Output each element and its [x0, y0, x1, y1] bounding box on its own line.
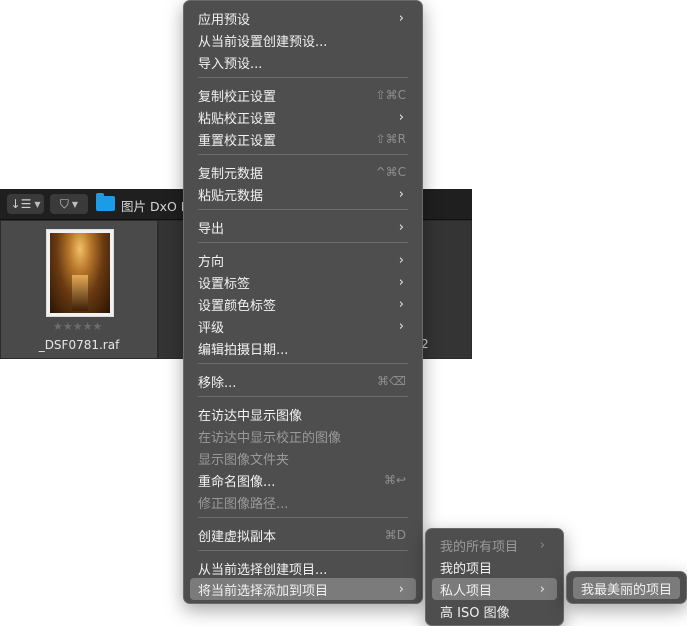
keyboard-shortcut: ⇧⌘C: [375, 88, 406, 102]
menu-item-label: 将当前选择添加到项目: [198, 583, 329, 599]
menu-item-label: 复制校正设置: [198, 89, 277, 105]
context-menu-item-6[interactable]: 重置校正设置 ⇧⌘R: [190, 128, 416, 150]
thumbnail-filename: _DSF0781.raf: [38, 338, 120, 352]
context-menu-item-1[interactable]: 应用预设 ›: [190, 7, 416, 29]
projects-menu-item-1: 我的所有项目 ›: [432, 534, 557, 556]
context-menu-item-2[interactable]: 从当前设置创建预设...: [190, 29, 416, 51]
chevron-down-icon: ▼: [34, 199, 41, 209]
context-menu-item-22[interactable]: 从当前选择创建项目...: [190, 557, 416, 579]
projects-menu-item-4[interactable]: 高 ISO 图像: [432, 600, 557, 622]
menu-item-label: 在访达中显示校正的图像: [198, 430, 342, 446]
folder-breadcrumb[interactable]: 图片 DxO F: [121, 196, 188, 215]
photo-preview: [50, 233, 110, 313]
menu-item-label: 高 ISO 图像: [440, 605, 510, 621]
context-menu: 应用预设 › 从当前设置创建预设... 导入预设... 复制校正设置 ⇧⌘C 粘贴校正设置 ›…: [183, 0, 423, 604]
menu-item-label: 设置标签: [198, 276, 251, 292]
chevron-down-icon: ▼: [71, 199, 79, 209]
context-menu-item-14[interactable]: 编辑拍摄日期...: [190, 337, 416, 359]
context-menu-item-20: 修正图像路径...: [190, 491, 416, 513]
context-menu-item-15[interactable]: 移除... ⌘⌫: [190, 370, 416, 392]
keyboard-shortcut: ^⌘C: [375, 165, 406, 179]
context-menu-item-11[interactable]: 设置标签 ›: [190, 271, 416, 293]
menu-separator: [198, 363, 408, 364]
context-menu-item-23[interactable]: 将当前选择添加到项目 ›: [190, 578, 416, 600]
keyboard-shortcut: ⇧⌘R: [375, 132, 406, 146]
context-menu-item-21[interactable]: 创建虚拟副本 ⌘D: [190, 524, 416, 546]
menu-separator: [198, 396, 408, 397]
menu-item-label: 创建虚拟副本: [198, 529, 277, 545]
screen: ↓☰ ▼ ⛉ ▼ 图片 DxO F ★★★★★ _DSF0781.raf 2 应…: [0, 0, 687, 626]
chevron-right-icon: ›: [398, 219, 404, 235]
menu-separator: [198, 550, 408, 551]
chevron-right-icon: ›: [398, 318, 404, 334]
projects-menu-item-3[interactable]: 私人项目 ›: [432, 578, 557, 600]
folder-icon: [96, 193, 115, 211]
menu-separator: [198, 154, 408, 155]
menu-item-label: 粘贴校正设置: [198, 111, 277, 127]
sort-button[interactable]: ↓☰ ▼: [7, 194, 44, 214]
chevron-right-icon: ›: [398, 109, 404, 125]
menu-item-label: 显示图像文件夹: [198, 452, 290, 468]
menu-item-label: 从当前选择创建项目...: [198, 562, 328, 578]
context-menu-item-7[interactable]: 复制元数据 ^⌘C: [190, 161, 416, 183]
context-menu-item-4[interactable]: 复制校正设置 ⇧⌘C: [190, 84, 416, 106]
context-menu-item-16[interactable]: 在访达中显示图像: [190, 403, 416, 425]
context-menu-item-10[interactable]: 方向 ›: [190, 249, 416, 271]
menu-item-label: 修正图像路径...: [198, 496, 289, 512]
menu-item-label: 重置校正设置: [198, 133, 277, 149]
menu-separator: [198, 517, 408, 518]
filter-button[interactable]: ⛉ ▼: [50, 194, 88, 214]
projects-submenu: 我的所有项目 › 我的项目私人项目 › 高 ISO 图像: [425, 528, 564, 626]
context-menu-item-17: 在访达中显示校正的图像: [190, 425, 416, 447]
chevron-right-icon: ›: [398, 10, 404, 26]
menu-item-label: 重命名图像...: [198, 474, 276, 490]
chevron-right-icon: ›: [398, 274, 404, 290]
projects-menu-item-2[interactable]: 我的项目: [432, 556, 557, 578]
thumbnail-cell-selected[interactable]: ★★★★★ _DSF0781.raf: [1, 221, 157, 358]
menu-item-label: 从当前设置创建预设...: [198, 34, 328, 50]
menu-item-label: 复制元数据: [198, 166, 264, 182]
context-menu-item-19[interactable]: 重命名图像... ⌘↩: [190, 469, 416, 491]
menu-item-label: 导入预设...: [198, 56, 263, 72]
menu-separator: [198, 209, 408, 210]
thumbnail-image[interactable]: [46, 229, 114, 317]
menu-item-label: 私人项目: [440, 583, 493, 599]
chevron-right-icon: ›: [398, 581, 404, 597]
context-menu-item-3[interactable]: 导入预设...: [190, 51, 416, 73]
filter-icon: ⛉: [59, 196, 69, 211]
context-menu-item-12[interactable]: 设置颜色标签 ›: [190, 293, 416, 315]
sort-icon: ↓☰: [10, 197, 32, 211]
menu-item-label: 方向: [198, 254, 225, 270]
menu-item-label: 导出: [198, 221, 225, 237]
menu-item-label: 粘贴元数据: [198, 188, 264, 204]
context-menu-item-8[interactable]: 粘贴元数据 ›: [190, 183, 416, 205]
context-menu-item-13[interactable]: 评级 ›: [190, 315, 416, 337]
menu-item-label: 评级: [198, 320, 225, 336]
keyboard-shortcut: ⌘⌫: [377, 374, 406, 388]
menu-item-label: 编辑拍摄日期...: [198, 342, 289, 358]
context-menu-item-9[interactable]: 导出 ›: [190, 216, 416, 238]
chevron-right-icon: ›: [398, 296, 404, 312]
chevron-right-icon: ›: [398, 186, 404, 202]
menu-separator: [198, 242, 408, 243]
menu-item-label: 我最美丽的项目: [581, 582, 673, 598]
chevron-right-icon: ›: [539, 581, 545, 597]
keyboard-shortcut: ⌘↩: [383, 473, 406, 487]
menu-item-label: 我的所有项目: [440, 539, 519, 555]
star-rating[interactable]: ★★★★★: [53, 320, 102, 333]
private-projects-submenu: 我最美丽的项目: [566, 571, 687, 604]
context-menu-item-18: 显示图像文件夹: [190, 447, 416, 469]
chevron-right-icon: ›: [539, 537, 545, 553]
keyboard-shortcut: ⌘D: [384, 528, 406, 542]
menu-item-label: 设置颜色标签: [198, 298, 277, 314]
chevron-right-icon: ›: [398, 252, 404, 268]
menu-item-label: 应用预设: [198, 12, 251, 28]
menu-item-label: 我的项目: [440, 561, 493, 577]
menu-item-label: 移除...: [198, 375, 237, 391]
menu-item-label: 在访达中显示图像: [198, 408, 303, 424]
private-menu-item-1[interactable]: 我最美丽的项目: [573, 577, 680, 599]
context-menu-item-5[interactable]: 粘贴校正设置 ›: [190, 106, 416, 128]
menu-separator: [198, 77, 408, 78]
